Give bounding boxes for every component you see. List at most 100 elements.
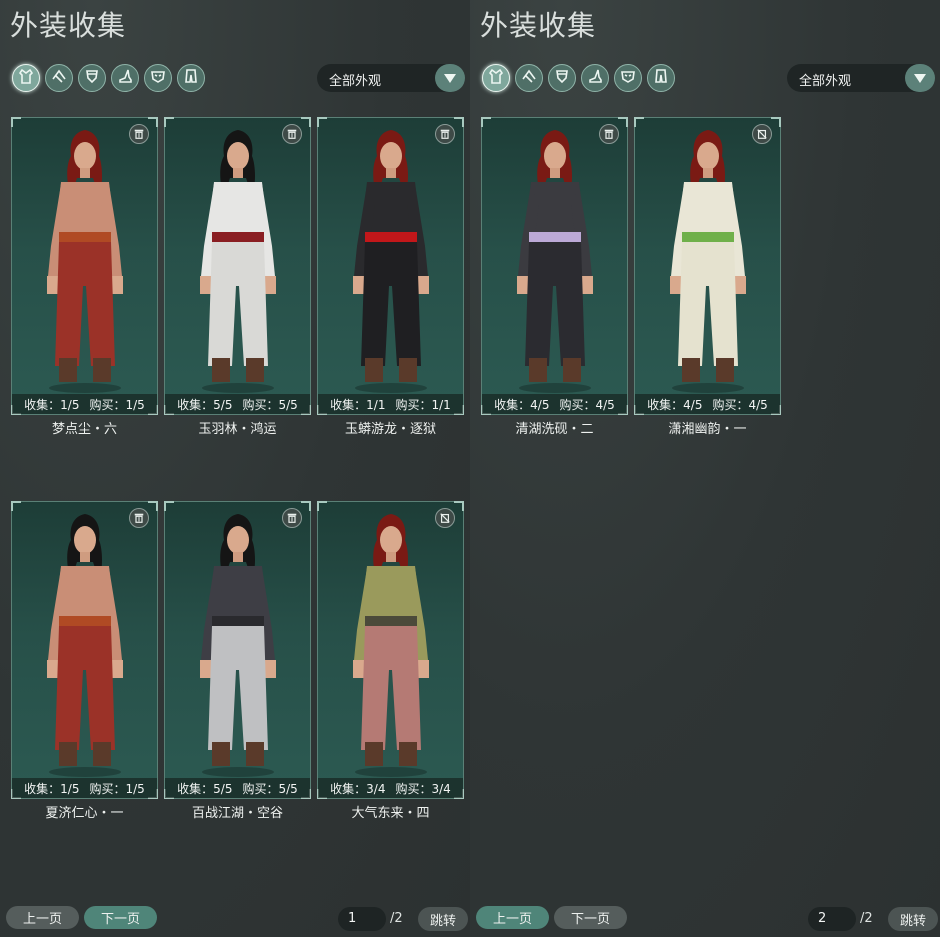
page-title: 外装收集	[480, 9, 597, 42]
collect-count: 收集：1/5	[24, 397, 80, 412]
next-page-button[interactable]: 下一页	[554, 906, 627, 929]
card-corner	[148, 117, 158, 127]
card-corner	[771, 117, 781, 127]
tab-robe[interactable]	[482, 64, 510, 92]
mask-icon	[149, 67, 167, 89]
buy-count: 购买：1/1	[395, 397, 451, 412]
buy-count: 购买：1/5	[89, 781, 145, 796]
outfit-name: 百战江湖・空谷	[191, 806, 283, 821]
outfit-name: 玉蟒游龙・逐狱	[344, 422, 436, 437]
page-total: /2	[390, 911, 403, 926]
page-number-input[interactable]: 1	[338, 907, 386, 931]
card-corner	[481, 117, 491, 127]
chevron-down-icon[interactable]	[905, 64, 935, 92]
character-figure	[178, 510, 298, 782]
tab-hat[interactable]	[45, 64, 73, 92]
filter-dropdown[interactable]: 全部外观	[317, 64, 465, 92]
prev-page-button[interactable]: 上一页	[6, 906, 79, 929]
hat-icon	[520, 67, 538, 89]
outfit-card[interactable]: 收集：1/5 购买：1/5	[11, 117, 158, 415]
mask-icon	[619, 67, 637, 89]
boot-icon	[586, 67, 604, 89]
next-page-button[interactable]: 下一页	[84, 906, 157, 929]
character-figure	[25, 510, 145, 782]
tab-mask[interactable]	[614, 64, 642, 92]
collect-count: 收集：1/5	[24, 781, 80, 796]
tab-pants[interactable]	[177, 64, 205, 92]
outfit-card[interactable]: 收集：1/1 购买：1/1	[317, 117, 464, 415]
trash-icon[interactable]	[282, 124, 302, 144]
character-figure	[495, 126, 615, 398]
outfit-card[interactable]: 收集：4/5 购买：4/5	[634, 117, 781, 415]
armor-icon	[83, 67, 101, 89]
collection-stats: 收集：5/5 购买：5/5	[165, 394, 310, 414]
no-trash-icon[interactable]	[752, 124, 772, 144]
tab-robe[interactable]	[12, 64, 40, 92]
filter-dropdown-label: 全部外观	[799, 74, 852, 89]
trash-icon[interactable]	[282, 508, 302, 528]
card-corner	[301, 501, 311, 511]
card-corner	[11, 117, 21, 127]
prev-page-button[interactable]: 上一页	[476, 906, 549, 929]
buy-count: 购买：4/5	[712, 397, 768, 412]
trash-icon[interactable]	[129, 508, 149, 528]
collect-count: 收集：4/5	[494, 397, 550, 412]
trash-icon[interactable]	[599, 124, 619, 144]
category-tabs	[12, 64, 205, 92]
collection-stats: 收集：1/5 购买：1/5	[12, 778, 157, 798]
card-corner	[454, 117, 464, 127]
character-figure	[25, 126, 145, 398]
outfit-card[interactable]: 收集：3/4 购买：3/4	[317, 501, 464, 799]
outfit-card[interactable]: 收集：5/5 购买：5/5	[164, 117, 311, 415]
page-total: /2	[860, 911, 873, 926]
trash-icon[interactable]	[129, 124, 149, 144]
tab-hat[interactable]	[515, 64, 543, 92]
page-title: 外装收集	[10, 9, 127, 42]
character-figure	[331, 510, 451, 782]
outfit-card[interactable]: 收集：5/5 购买：5/5	[164, 501, 311, 799]
tab-pants[interactable]	[647, 64, 675, 92]
collect-count: 收集：5/5	[177, 781, 233, 796]
buy-count: 购买：4/5	[559, 397, 615, 412]
no-trash-icon[interactable]	[435, 508, 455, 528]
filter-dropdown[interactable]: 全部外观	[787, 64, 935, 92]
tab-boot[interactable]	[581, 64, 609, 92]
category-tabs	[482, 64, 675, 92]
tab-boot[interactable]	[111, 64, 139, 92]
collect-count: 收集：4/5	[647, 397, 703, 412]
outfit-name: 玉羽林・鸿运	[198, 422, 277, 437]
card-corner	[317, 501, 327, 511]
character-figure	[331, 126, 451, 398]
collection-stats: 收集：4/5 购买：4/5	[635, 394, 780, 414]
card-corner	[164, 117, 174, 127]
robe-icon	[487, 67, 505, 89]
character-figure	[178, 126, 298, 398]
trash-icon[interactable]	[435, 124, 455, 144]
collect-count: 收集：5/5	[177, 397, 233, 412]
jump-button[interactable]: 跳转	[418, 907, 468, 931]
outfit-name: 潇湘幽韵・一	[668, 422, 747, 437]
card-corner	[634, 117, 644, 127]
outfit-name: 清湖洗砚・二	[515, 422, 594, 437]
collection-stats: 收集：1/1 购买：1/1	[318, 394, 463, 414]
character-figure	[648, 126, 768, 398]
tab-armor[interactable]	[78, 64, 106, 92]
outfit-card[interactable]: 收集：1/5 购买：1/5	[11, 501, 158, 799]
card-corner	[148, 501, 158, 511]
hat-icon	[50, 67, 68, 89]
outfit-card[interactable]: 收集：4/5 购买：4/5	[481, 117, 628, 415]
collection-stats: 收集：4/5 购买：4/5	[482, 394, 627, 414]
buy-count: 购买：1/5	[89, 397, 145, 412]
card-corner	[454, 501, 464, 511]
buy-count: 购买：5/5	[242, 397, 298, 412]
page-indicator: 2 /2	[808, 907, 898, 931]
page-number-input[interactable]: 2	[808, 907, 856, 931]
card-corner	[301, 117, 311, 127]
buy-count: 购买：5/5	[242, 781, 298, 796]
tab-mask[interactable]	[144, 64, 172, 92]
jump-button[interactable]: 跳转	[888, 907, 938, 931]
tab-armor[interactable]	[548, 64, 576, 92]
chevron-down-icon[interactable]	[435, 64, 465, 92]
collection-stats: 收集：5/5 购买：5/5	[165, 778, 310, 798]
pants-icon	[182, 67, 200, 89]
